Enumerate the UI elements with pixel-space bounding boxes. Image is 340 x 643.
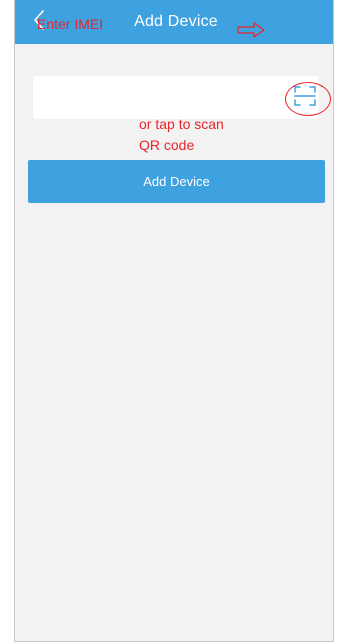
page-title: Add Device bbox=[134, 13, 218, 30]
qr-scan-icon bbox=[294, 85, 316, 111]
scan-qr-annotation: or tap to scan QR code bbox=[139, 114, 224, 156]
top-app-bar: Add Device bbox=[15, 0, 333, 44]
imei-input-card bbox=[33, 76, 319, 119]
scan-annotation-line2: QR code bbox=[139, 137, 195, 153]
app-screen: Add Device Enter IMEI or tap to scan QR … bbox=[14, 0, 334, 642]
back-button[interactable] bbox=[25, 8, 53, 36]
chevron-left-icon bbox=[32, 9, 46, 36]
add-device-button[interactable]: Add Device bbox=[28, 160, 325, 203]
scan-qr-button[interactable] bbox=[291, 84, 319, 112]
imei-input[interactable] bbox=[41, 82, 273, 112]
